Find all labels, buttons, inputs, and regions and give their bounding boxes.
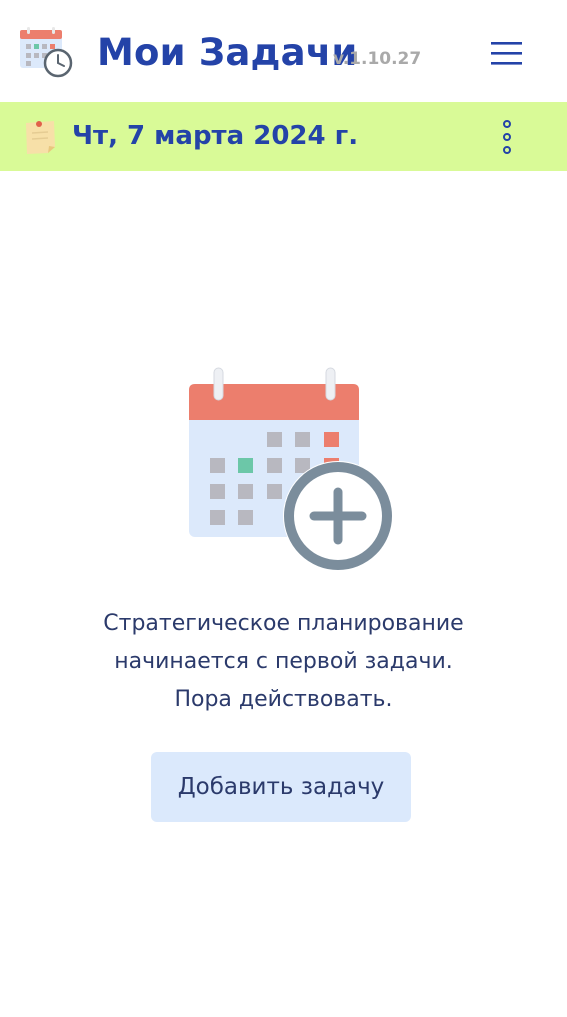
calendar-clock-icon xyxy=(18,26,74,78)
empty-message: Стратегическое планирование начинается с… xyxy=(0,605,567,719)
sticky-note-icon xyxy=(22,117,60,157)
vertical-dots-icon[interactable] xyxy=(490,116,524,158)
date-bar: Чт, 7 марта 2024 г. xyxy=(0,102,567,171)
add-task-button[interactable]: Добавить задачу xyxy=(151,752,411,822)
app-title: Мои Задачи xyxy=(97,31,358,74)
app-version: v.1.10.27 xyxy=(333,49,422,69)
empty-message-line-3: Пора действовать. xyxy=(174,687,393,712)
empty-message-line-1: Стратегическое планирование xyxy=(103,611,464,636)
calendar-add-icon xyxy=(185,366,400,574)
app-header: Мои Задачи v.1.10.27 xyxy=(0,0,567,102)
hamburger-menu-icon[interactable] xyxy=(484,34,530,74)
current-date[interactable]: Чт, 7 марта 2024 г. xyxy=(72,119,358,153)
empty-message-line-2: начинается с первой задачи. xyxy=(114,649,453,674)
